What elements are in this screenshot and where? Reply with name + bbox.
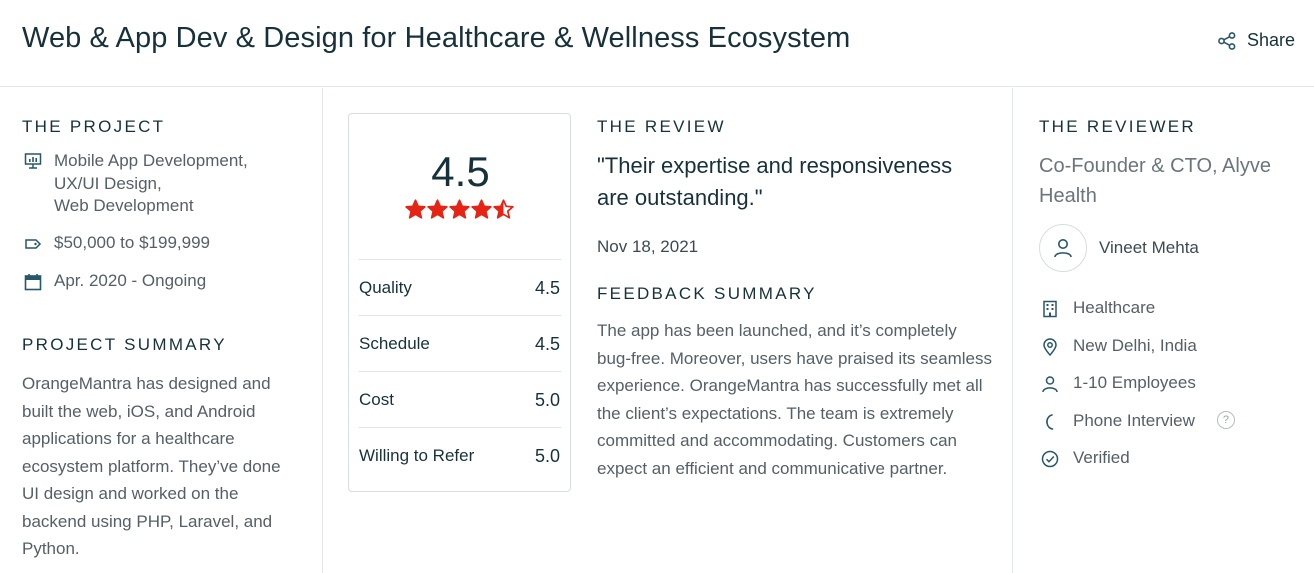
industry-text: Healthcare <box>1073 298 1156 317</box>
reviewer-location: New Delhi, India <box>1041 336 1197 356</box>
dates-text: Apr. 2020 - Ongoing <box>54 271 207 290</box>
rating-value: 4.5 <box>534 333 560 354</box>
presentation-icon <box>24 153 42 169</box>
rating-row-quality: Quality 4.5 <box>359 259 561 316</box>
project-heading: THE PROJECT <box>22 117 166 136</box>
feedback-heading: FEEDBACK SUMMARY <box>597 284 817 303</box>
reviewer-industry: Healthcare <box>1041 298 1155 318</box>
service-item: Mobile App Development, <box>54 151 248 170</box>
star-rating <box>405 199 514 220</box>
rating-row-schedule: Schedule 4.5 <box>359 315 561 372</box>
rating-label: Schedule <box>359 334 430 353</box>
building-icon <box>1043 300 1057 318</box>
review-heading: THE REVIEW <box>597 117 726 136</box>
reviewer-heading: THE REVIEWER <box>1039 117 1197 136</box>
share-label: Share <box>1247 30 1296 50</box>
review-quote: "Their expertise and responsiveness are … <box>597 153 953 210</box>
rating-value: 5.0 <box>534 389 560 410</box>
verified-text: Verified <box>1073 448 1130 467</box>
reviewer-interview-type: Phone Interview ? <box>1041 411 1235 431</box>
divider <box>1012 88 1013 573</box>
help-icon[interactable]: ? <box>1216 411 1235 429</box>
reviewer-name: Vineet Mehta <box>1099 238 1199 257</box>
share-icon <box>1218 31 1236 50</box>
reviewer-verified: Verified <box>1041 448 1130 468</box>
user-icon <box>1054 239 1072 258</box>
service-item: Web Development <box>54 196 194 215</box>
rating-card: 4.5 Quality 4.5 Schedule 4.5 Cost 5.0 Wi… <box>348 113 571 492</box>
page-header: Web & App Dev & Design for Healthcare & … <box>0 0 1314 87</box>
star-icon <box>427 199 448 219</box>
rating-label: Cost <box>359 390 394 409</box>
people-icon <box>1042 376 1058 393</box>
page-title: Web & App Dev & Design for Healthcare & … <box>22 22 851 54</box>
check-circle-icon <box>1041 450 1059 468</box>
star-icon <box>493 199 514 219</box>
company-size-text: 1-10 Employees <box>1073 373 1196 392</box>
overall-rating: 4.5 <box>431 148 490 195</box>
project-services: Mobile App Development, UX/UI Design, We… <box>24 150 248 218</box>
star-icon <box>405 199 426 219</box>
star-icon <box>471 199 492 219</box>
reviewer-title: Co-Founder & CTO, Alyve Health <box>1039 155 1271 207</box>
rating-row-willing-to-refer: Willing to Refer 5.0 <box>359 427 561 484</box>
star-icon <box>449 199 470 219</box>
rating-value: 4.5 <box>534 277 560 298</box>
divider <box>322 88 323 573</box>
budget-text: $50,000 to $199,999 <box>54 233 210 252</box>
rating-row-cost: Cost 5.0 <box>359 371 561 428</box>
rating-label: Willing to Refer <box>359 446 475 465</box>
location-text: New Delhi, India <box>1073 336 1197 355</box>
share-button[interactable]: Share <box>1217 30 1295 51</box>
phone-icon <box>1046 414 1054 430</box>
reviewer-company-size: 1-10 Employees <box>1041 373 1196 393</box>
project-dates: Apr. 2020 - Ongoing <box>24 271 206 291</box>
price-tag-icon <box>25 239 42 249</box>
project-summary-text: OrangeMantra has designed and built the … <box>22 374 281 558</box>
review-date: Nov 18, 2021 <box>597 237 699 256</box>
interview-text: Phone Interview <box>1073 411 1195 430</box>
project-budget: $50,000 to $199,999 <box>24 233 210 253</box>
rating-value: 5.0 <box>534 445 560 466</box>
location-pin-icon <box>1043 338 1057 356</box>
avatar <box>1039 224 1087 272</box>
rating-label: Quality <box>359 278 412 297</box>
project-summary-heading: PROJECT SUMMARY <box>22 335 227 354</box>
calendar-icon <box>24 274 42 291</box>
feedback-summary-text: The app has been launched, and it’s comp… <box>597 321 992 478</box>
service-item: UX/UI Design, <box>54 173 162 193</box>
